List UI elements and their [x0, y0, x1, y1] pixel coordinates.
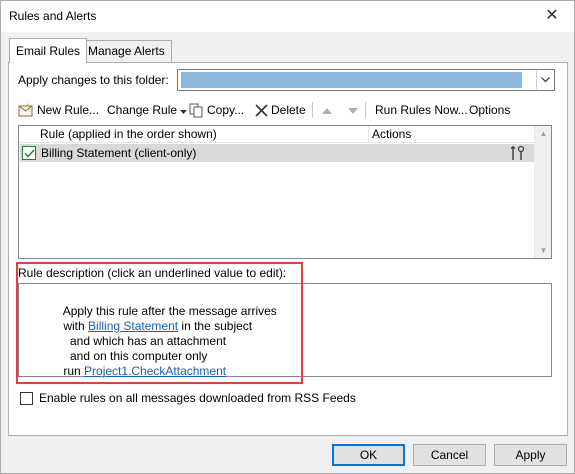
- rule-actions-icon[interactable]: [510, 145, 526, 164]
- rule-enabled-checkbox[interactable]: [22, 146, 36, 160]
- apply-button[interactable]: Apply: [494, 444, 567, 466]
- copy-button[interactable]: Copy...: [189, 101, 244, 119]
- change-rule-label: Change Rule: [107, 103, 178, 117]
- new-rule-button[interactable]: New Rule...: [18, 101, 99, 119]
- run-rules-now-label: Run Rules Now...: [375, 103, 468, 117]
- folder-dropdown[interactable]: [177, 69, 555, 91]
- folder-selected-value: [181, 72, 522, 88]
- description-line: run Project1.CheckAttachment: [30, 350, 226, 392]
- tab-label: Email Rules: [16, 44, 81, 58]
- column-header-actions[interactable]: Actions: [372, 127, 411, 141]
- email-rules-panel: Apply changes to this folder: New Rule..…: [8, 62, 568, 436]
- caret-down-icon: [180, 103, 188, 117]
- script-link[interactable]: Project1.CheckAttachment: [84, 364, 226, 378]
- dialog-title: Rules and Alerts: [9, 9, 97, 23]
- rules-and-alerts-dialog: Rules and Alerts ✕ Email Rules Manage Al…: [0, 0, 575, 474]
- close-icon[interactable]: ✕: [542, 6, 562, 26]
- new-rule-label: New Rule...: [37, 103, 100, 117]
- cancel-button[interactable]: Cancel: [413, 444, 486, 466]
- arrow-down-icon: [348, 103, 358, 117]
- toolbar-separator: [365, 102, 366, 118]
- new-rule-icon: [18, 103, 34, 117]
- chevron-down-icon[interactable]: [536, 71, 553, 89]
- title-bar: Rules and Alerts ✕: [1, 1, 574, 32]
- copy-icon: [189, 103, 204, 118]
- rules-list-scrollbar[interactable]: ▲ ▼: [534, 126, 551, 258]
- rule-description-section: Rule description (click an underlined va…: [16, 262, 552, 384]
- scroll-up-icon[interactable]: ▲: [539, 129, 548, 138]
- column-divider: [368, 126, 369, 142]
- rule-description-box: Apply this rule after the message arrive…: [18, 283, 552, 378]
- tab-email-rules[interactable]: Email Rules: [9, 38, 88, 63]
- rules-toolbar: New Rule... Change Rule Copy... Delete R…: [18, 99, 558, 119]
- tab-manage-alerts[interactable]: Manage Alerts: [81, 40, 172, 62]
- rule-row[interactable]: Billing Statement (client-only): [20, 144, 535, 162]
- arrow-up-icon: [322, 103, 332, 117]
- move-down-button[interactable]: [348, 101, 358, 119]
- toolbar-separator: [312, 102, 313, 118]
- scroll-down-icon[interactable]: ▼: [539, 246, 548, 255]
- copy-label: Copy...: [207, 103, 245, 117]
- move-up-button[interactable]: [322, 101, 332, 119]
- delete-button[interactable]: Delete: [255, 101, 306, 119]
- delete-icon: [255, 103, 268, 117]
- tab-label: Manage Alerts: [88, 44, 165, 58]
- column-header-rule[interactable]: Rule (applied in the order shown): [40, 127, 217, 141]
- run-rules-now-button[interactable]: Run Rules Now...: [375, 101, 468, 119]
- rule-name: Billing Statement (client-only): [41, 146, 197, 160]
- options-button[interactable]: Options: [469, 101, 510, 119]
- rss-rules-option[interactable]: Enable rules on all messages downloaded …: [20, 391, 356, 405]
- rules-list-header: Rule (applied in the order shown) Action…: [19, 126, 535, 143]
- change-rule-button[interactable]: Change Rule: [107, 101, 188, 119]
- rules-list[interactable]: Rule (applied in the order shown) Action…: [18, 125, 552, 259]
- ok-button[interactable]: OK: [332, 444, 405, 466]
- description-text: run: [63, 364, 85, 378]
- rule-description-label: Rule description (click an underlined va…: [18, 266, 287, 280]
- delete-label: Delete: [271, 103, 306, 117]
- rss-label: Enable rules on all messages downloaded …: [39, 391, 356, 405]
- rss-checkbox[interactable]: [20, 391, 33, 405]
- folder-label: Apply changes to this folder:: [18, 73, 169, 87]
- options-label: Options: [469, 103, 511, 117]
